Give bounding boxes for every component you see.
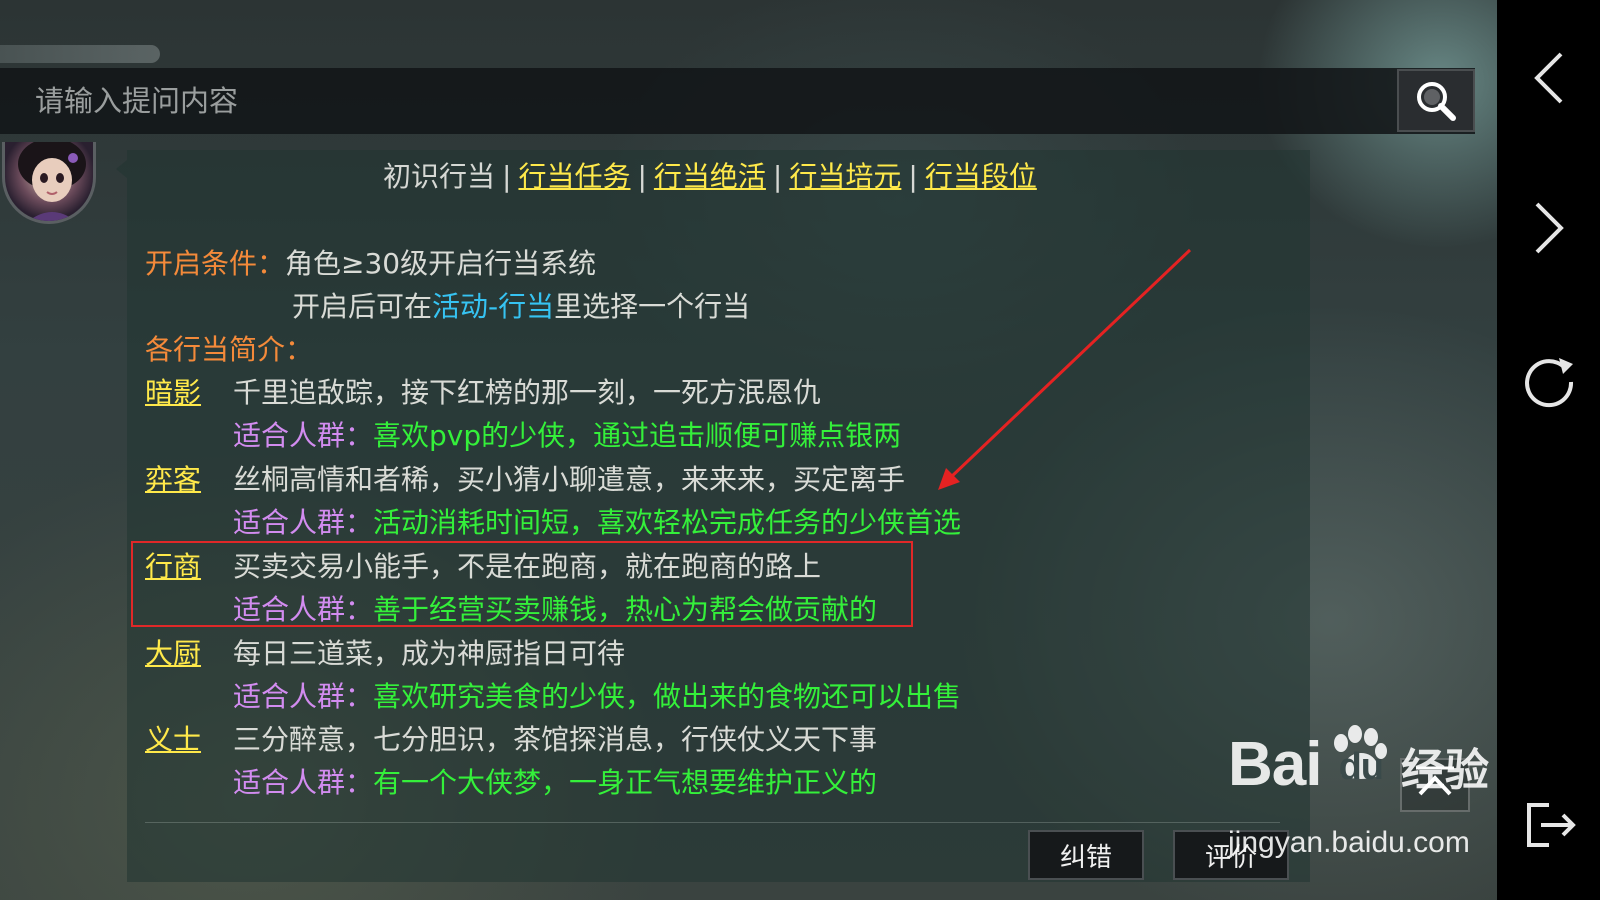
watermark-brand: Bai: [1228, 730, 1322, 799]
baidu-watermark: Bai du 经验: [1228, 725, 1489, 800]
refresh-icon: [1524, 358, 1573, 408]
footer-divider: [145, 822, 1280, 823]
watermark-suffix: 经验: [1401, 745, 1490, 796]
exit-icon: [1526, 803, 1576, 847]
watermark-brand-tail: du: [1338, 746, 1384, 788]
game-help-screen: 初识行当|行当任务|行当绝活|行当培元|行当段位 开启条件：角色≥30级开启行当…: [0, 0, 1497, 900]
back-button[interactable]: [1497, 28, 1600, 128]
refresh-button[interactable]: [1497, 330, 1600, 430]
correct-error-button[interactable]: 纠错: [1028, 830, 1144, 880]
chevron-right-icon: [1535, 202, 1564, 254]
exit-button[interactable]: [1497, 775, 1600, 875]
forward-button[interactable]: [1497, 178, 1600, 278]
watermark-url: jingyan.baidu.com: [1228, 826, 1470, 859]
chevron-left-icon: [1533, 52, 1562, 104]
side-navigation: [1497, 0, 1600, 900]
